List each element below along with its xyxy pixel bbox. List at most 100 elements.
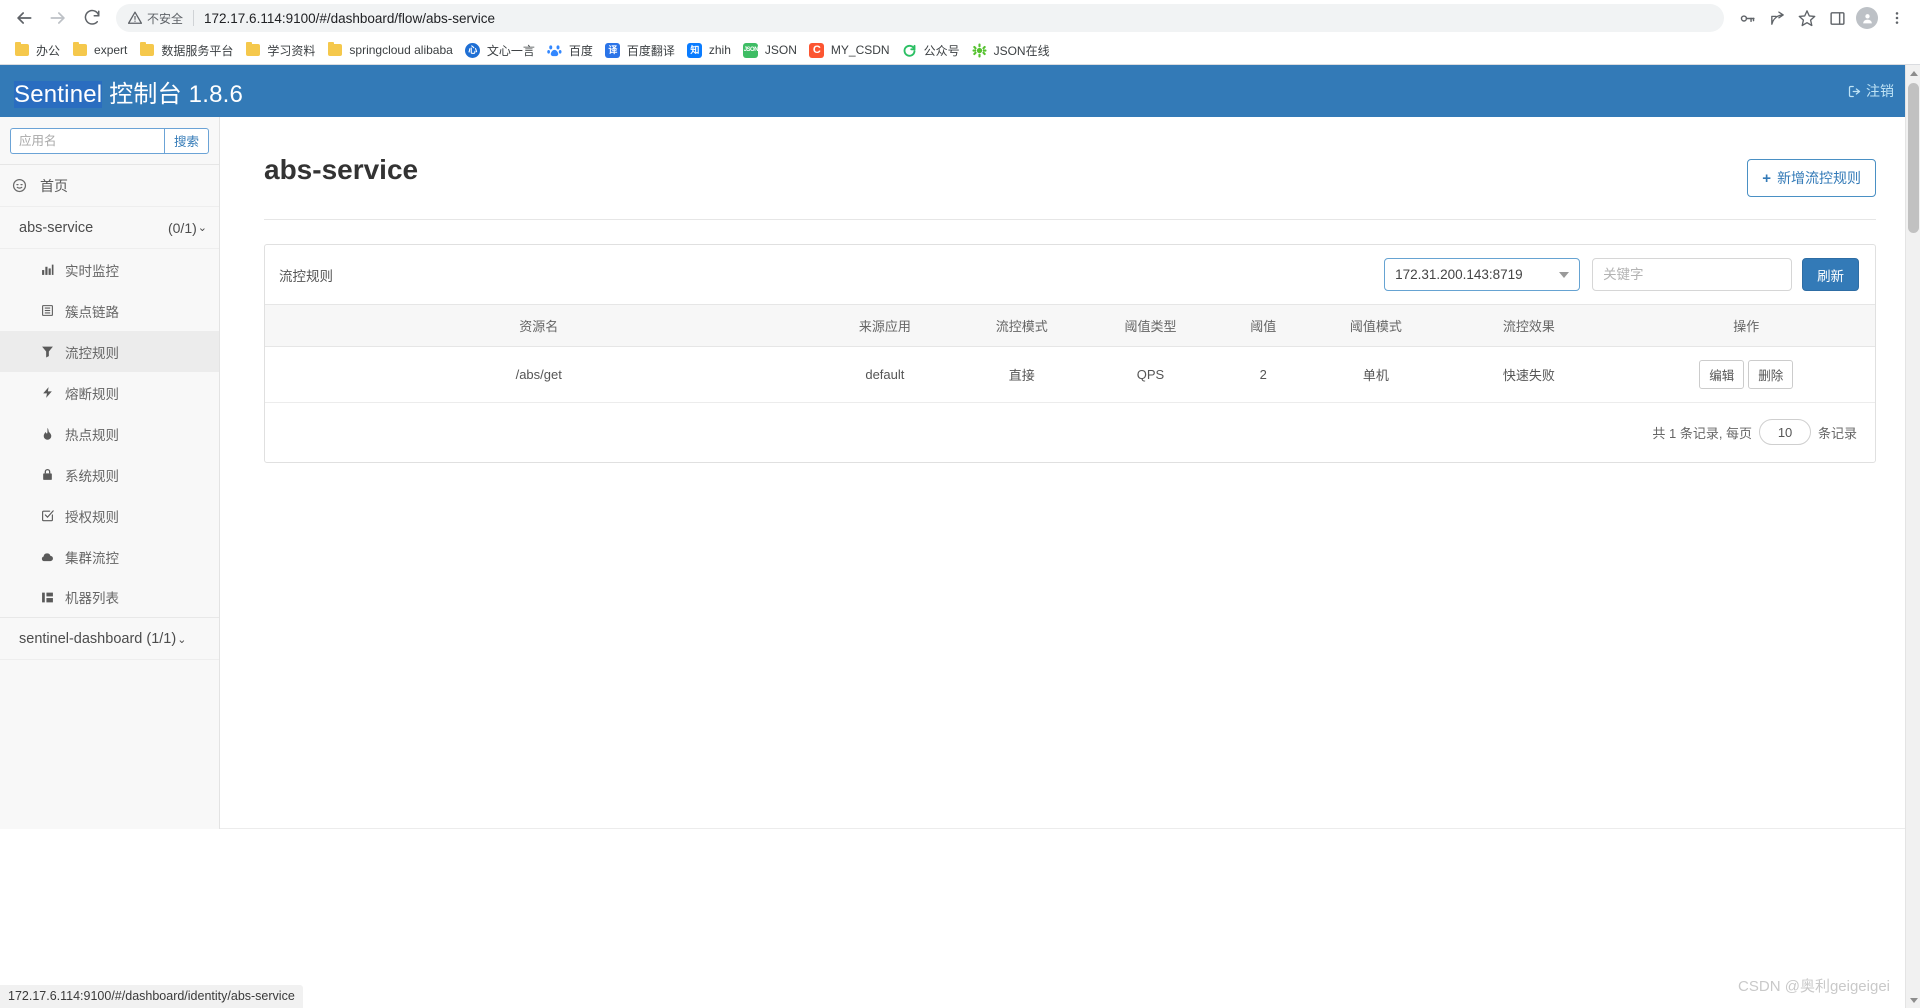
sidebar-item-label: 授权规则 [65, 509, 119, 525]
sidebar-group-abs-service[interactable]: abs-service (0/1) ⌄ [0, 207, 219, 249]
app-header: Sentinel 控制台 1.8.6 注销 [0, 65, 1920, 117]
bookmark-item[interactable]: 心 文心一言 [460, 39, 542, 62]
folder-icon [139, 42, 155, 58]
search-input[interactable] [10, 127, 164, 154]
json-online-icon [972, 42, 988, 58]
fanyi-icon: 译 [605, 42, 621, 58]
sidebar-item-label: 流控规则 [65, 345, 119, 361]
add-flow-rule-label: 新增流控规则 [1777, 170, 1862, 186]
sidebar-item-cluster-flow[interactable]: 集群流控 [0, 536, 219, 577]
row-action-buttons: 编辑 删除 [1621, 360, 1871, 389]
column-header-operations: 操作 [1617, 304, 1876, 347]
cell-cluster-mode: 单机 [1311, 346, 1441, 403]
bookmark-item[interactable]: springcloud alibaba [322, 39, 459, 61]
plus-icon: + [1762, 169, 1772, 187]
keyword-input[interactable] [1592, 258, 1793, 291]
sidebar-item-machine-list[interactable]: 机器列表 [0, 577, 219, 618]
sidebar-item-param-flow-rules[interactable]: 热点规则 [0, 413, 219, 454]
security-indicator[interactable]: 不安全 [128, 10, 183, 27]
bookmark-item[interactable]: JSON JSON [738, 39, 804, 61]
page-size-input[interactable] [1759, 419, 1812, 445]
vertical-scrollbar[interactable] [1905, 65, 1920, 1008]
zhihu-icon: 知 [687, 42, 703, 58]
bookmark-label: JSON在线 [993, 43, 1050, 58]
column-header-control-behavior: 流控效果 [1440, 304, 1618, 347]
main-content: abs-service + 新增流控规则 流控规则 172.31.200.143… [220, 117, 1920, 829]
scroll-up-arrow-icon[interactable] [1906, 65, 1920, 81]
bookmark-item[interactable]: 知 zhih [682, 39, 738, 61]
logout-button[interactable]: 注销 [1847, 81, 1894, 101]
group-count: (1/1) [146, 630, 177, 647]
add-flow-rule-button[interactable]: + 新增流控规则 [1747, 159, 1877, 197]
list-icon [38, 304, 56, 317]
bookmark-item[interactable]: 百度 [542, 39, 600, 62]
bookmark-item[interactable]: 办公 [9, 39, 67, 62]
key-icon[interactable] [1732, 3, 1762, 33]
reload-button[interactable] [76, 2, 108, 34]
bookmark-item[interactable]: 学习资料 [240, 39, 322, 62]
cell-operations: 编辑 删除 [1617, 346, 1876, 403]
cell-grade: QPS [1086, 346, 1215, 403]
sidebar-item-authority-rules[interactable]: 授权规则 [0, 495, 219, 536]
sidepanel-icon[interactable] [1822, 3, 1852, 33]
chevron-down-icon [1559, 271, 1570, 278]
app-brand: Sentinel 控制台 1.8.6 [14, 74, 243, 109]
pagination-prefix: 共 1 条记录, 每页 [1652, 425, 1753, 441]
star-icon[interactable] [1792, 3, 1822, 33]
bookmark-label: 百度 [568, 43, 593, 58]
flow-rules-panel: 流控规则 172.31.200.143:8719 刷新 [264, 244, 1877, 463]
edit-button[interactable]: 编辑 [1699, 360, 1745, 389]
chevron-down-icon: ⌄ [197, 222, 207, 234]
scrollbar-thumb[interactable] [1908, 83, 1919, 233]
pagination-suffix: 条记录 [1818, 425, 1858, 441]
sidebar-item-degrade-rules[interactable]: 熔断规则 [0, 372, 219, 413]
menu-icon[interactable] [1882, 3, 1912, 33]
bookmark-label: 数据服务平台 [161, 43, 234, 58]
scroll-down-arrow-icon[interactable] [1906, 992, 1920, 1008]
refresh-button[interactable]: 刷新 [1802, 258, 1860, 291]
machine-select-wrap: 172.31.200.143:8719 [1384, 258, 1581, 291]
bolt-icon [38, 386, 56, 399]
bookmark-item[interactable]: 公众号 [897, 39, 967, 62]
page-divider [264, 219, 1877, 220]
sidebar-item-system-rules[interactable]: 系统规则 [0, 454, 219, 495]
wenxin-icon: 心 [465, 42, 481, 58]
bookmarks-bar: 办公 expert 数据服务平台 学习资料 springcloud alibab… [0, 36, 1920, 65]
machine-select[interactable]: 172.31.200.143:8719 [1384, 258, 1581, 291]
sidebar-item-label: 熔断规则 [65, 386, 119, 402]
cloud-icon [38, 550, 56, 564]
group-name: sentinel-dashboard [19, 630, 143, 647]
column-header-origin: 来源应用 [812, 304, 958, 347]
sentinel-dashboard-app: Sentinel 控制台 1.8.6 注销 搜索 [0, 65, 1920, 1008]
browser-toolbar: 不安全 172.17.6.114:9100/#/dashboard/flow/a… [0, 0, 1920, 36]
cell-count: 2 [1214, 346, 1312, 403]
warning-triangle-icon [128, 11, 142, 25]
baidu-icon [547, 42, 563, 58]
omnibox[interactable]: 不安全 172.17.6.114:9100/#/dashboard/flow/a… [116, 4, 1724, 32]
check-square-icon [38, 509, 56, 522]
bar-chart-icon [38, 263, 56, 276]
panel-toolbar: 流控规则 172.31.200.143:8719 刷新 [265, 245, 1875, 304]
bookmark-item[interactable]: JSON在线 [967, 39, 1057, 62]
sidebar-group-sentinel-dashboard[interactable]: sentinel-dashboard (1/1)⌄ [0, 618, 219, 660]
bookmark-item[interactable]: C MY_CSDN [804, 39, 897, 61]
sidebar-item-flow-rules[interactable]: 流控规则 [0, 331, 219, 372]
search-button[interactable]: 搜索 [163, 127, 209, 154]
page-title: abs-service [264, 154, 419, 185]
app-body: 搜索 首页 abs-service (0/1) ⌄ [0, 117, 1920, 1008]
sidebar-item-home[interactable]: 首页 [0, 165, 219, 207]
back-button[interactable] [8, 2, 40, 34]
forward-button[interactable] [42, 2, 74, 34]
share-icon[interactable] [1762, 3, 1792, 33]
url-text: 172.17.6.114:9100/#/dashboard/flow/abs-s… [204, 10, 495, 26]
bookmark-item[interactable]: 数据服务平台 [134, 39, 240, 62]
bookmark-item[interactable]: 译 百度翻译 [600, 39, 682, 62]
bookmark-item[interactable]: expert [67, 39, 134, 61]
column-header-resource: 资源名 [265, 304, 813, 347]
sidebar-item-realtime-monitor[interactable]: 实时监控 [0, 249, 219, 290]
csdn-icon: C [809, 42, 825, 58]
sidebar-item-cluster-link[interactable]: 簇点链路 [0, 290, 219, 331]
table-header-row: 资源名 来源应用 流控模式 阈值类型 阈值 阈值模式 流控效果 操作 [265, 304, 1876, 347]
delete-button[interactable]: 删除 [1748, 360, 1794, 389]
profile-icon[interactable] [1852, 3, 1882, 33]
